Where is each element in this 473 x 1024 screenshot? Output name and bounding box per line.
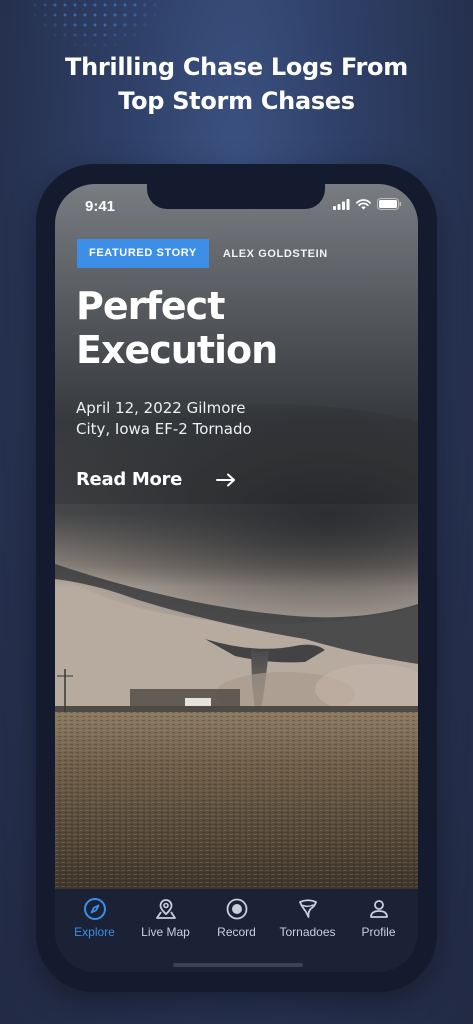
arrow-right-icon [216, 473, 236, 486]
tab-label: Explore [74, 925, 115, 939]
tab-profile[interactable]: Profile [345, 897, 413, 939]
wifi-icon [356, 198, 371, 209]
story-title-line1: Perfect [76, 284, 225, 328]
decorative-dot-pattern [30, 0, 160, 48]
record-icon [226, 898, 247, 920]
read-more-button[interactable]: Read More [76, 469, 236, 490]
tornado-icon [298, 899, 317, 918]
cellular-signal-icon [333, 198, 350, 210]
bottom-tab-bar: Explore Live Map Record Tornadoes Profil… [55, 889, 418, 972]
phone-frame: 9:41 FEATURED STORY ALEX GOLDSTEIN Perfe… [36, 164, 437, 992]
battery-icon [377, 198, 402, 210]
compass-icon [83, 898, 106, 920]
tab-label: Tornadoes [279, 925, 336, 939]
promo-headline: Thrilling Chase Logs From Top Storm Chas… [0, 50, 473, 118]
tab-label: Live Map [141, 925, 190, 939]
story-title: Perfect Execution [76, 284, 278, 372]
tab-live-map[interactable]: Live Map [132, 897, 200, 939]
story-meta: FEATURED STORY ALEX GOLDSTEIN [77, 239, 328, 268]
tab-explore[interactable]: Explore [61, 897, 129, 939]
tab-label: Profile [361, 925, 396, 939]
tab-tornadoes[interactable]: Tornadoes [274, 897, 342, 939]
story-title-line2: Execution [76, 328, 278, 372]
map-pin-icon [155, 899, 176, 919]
story-author[interactable]: ALEX GOLDSTEIN [223, 248, 328, 260]
phone-screen: 9:41 FEATURED STORY ALEX GOLDSTEIN Perfe… [55, 184, 418, 972]
featured-story-badge: FEATURED STORY [77, 239, 209, 268]
promo-headline-line2: Top Storm Chases [118, 87, 355, 115]
phone-notch [147, 184, 325, 209]
status-icons [333, 198, 402, 210]
story-subtitle: April 12, 2022 Gilmore City, Iowa EF-2 T… [76, 399, 252, 438]
read-more-label: Read More [76, 469, 183, 490]
tab-label: Record [217, 925, 256, 939]
profile-icon [369, 900, 388, 918]
tab-record[interactable]: Record [203, 897, 271, 939]
status-time: 9:41 [85, 198, 116, 215]
promo-headline-line1: Thrilling Chase Logs From [65, 53, 408, 81]
home-indicator[interactable] [173, 963, 303, 967]
